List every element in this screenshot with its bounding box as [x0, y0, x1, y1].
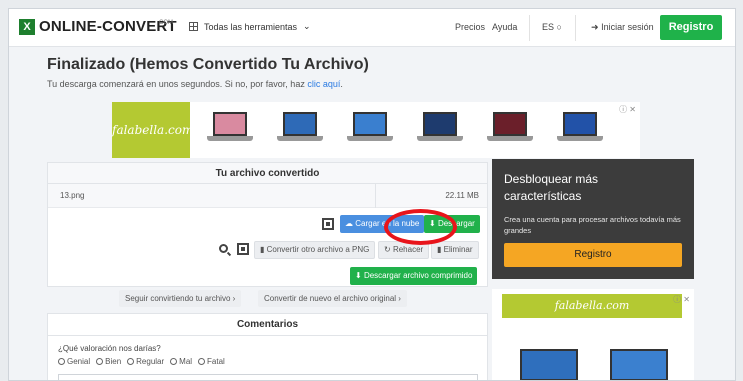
logo-com: COM [159, 20, 173, 26]
file-divider [375, 184, 376, 208]
rating-option-mal[interactable]: Mal [170, 357, 192, 366]
chevron-right-icon: › [230, 294, 236, 303]
grid-icon [189, 22, 198, 31]
ad-laptop-image [207, 112, 253, 144]
unlock-title: Desbloquear más características [504, 172, 599, 203]
page-title: Finalizado (Hemos Convertido Tu Archivo) [47, 56, 369, 73]
click-here-link[interactable]: clic aquí [307, 79, 340, 89]
file-name: 13.png [60, 191, 85, 200]
subtitle-text: Tu descarga comenzará en unos segundos. … [47, 79, 308, 89]
side-ad-brand-logo: falabella.com [502, 294, 682, 318]
language-label: ES [542, 22, 555, 32]
highlight-circle [384, 209, 457, 245]
all-tools-label: Todas las herramientas [204, 21, 298, 32]
comments-panel: Comentarios ¿Qué valoración nos darías? … [47, 313, 488, 380]
logo-icon[interactable]: X [19, 19, 35, 35]
file-size: 22.11 MB [445, 191, 479, 200]
qr-code-icon[interactable] [237, 243, 249, 255]
file-icon: ▮ [260, 245, 267, 254]
ad-laptop-image [487, 112, 533, 144]
login-label: Iniciar sesión [601, 22, 654, 32]
convert-other-label: Convertir otro archivo a PNG [266, 245, 370, 254]
ad-laptop-image [514, 349, 584, 380]
file-row: 13.png 22.11 MB [48, 184, 487, 208]
ad-laptop-image [417, 112, 463, 144]
rating-label: Bien [105, 357, 122, 366]
search-icon[interactable] [219, 244, 228, 253]
radio-icon [96, 358, 104, 365]
convert-original-label: Convertir de nuevo el archivo original [264, 294, 397, 303]
rating-label: Mal [179, 357, 193, 366]
ad-close-icon[interactable]: ⓘ ✕ [619, 104, 636, 115]
nav-divider [529, 15, 530, 41]
rating-label: Genial [67, 357, 91, 366]
radio-icon [198, 358, 206, 365]
convert-other-button[interactable]: ▮ Convertir otro archivo a PNG [254, 241, 376, 259]
ad-close-icon[interactable]: ⓘ ✕ [673, 294, 690, 305]
convert-original-button[interactable]: Convertir de nuevo el archivo original › [258, 290, 407, 307]
qr-code-icon[interactable] [322, 218, 334, 230]
rating-label: Regular [136, 357, 165, 366]
side-ad[interactable]: falabella.com ⓘ ✕ [492, 289, 694, 380]
ad-laptop-image [557, 112, 603, 144]
ad-laptop-image [347, 112, 393, 144]
chevron-down-icon: ⌄ [303, 21, 311, 31]
download-zip-button[interactable]: ⬇ Descargar archivo comprimido [350, 267, 478, 285]
site-header: X ONLINE-CONVERT COM Todas las herramien… [9, 9, 735, 47]
rating-option-regular[interactable]: Regular [127, 357, 164, 366]
cloud-icon: ☁ [345, 219, 356, 228]
rating-question: ¿Qué valoración nos darías? [58, 344, 161, 353]
chevron-right-icon: › [396, 294, 401, 303]
globe-icon: ○ [556, 22, 562, 32]
unlock-text: Crea una cuenta para procesar archivos t… [504, 215, 681, 235]
radio-icon [170, 358, 178, 365]
ad-laptop-image [604, 349, 674, 380]
nav-divider [575, 15, 576, 41]
nav-help[interactable]: Ayuda [492, 22, 517, 32]
redo-icon: ↻ [384, 245, 393, 254]
redo-label: Rehacer [392, 245, 424, 254]
comment-input[interactable] [58, 374, 478, 380]
delete-label: Eliminar [443, 245, 473, 254]
rating-option-fatal[interactable]: Fatal [198, 357, 225, 366]
continue-converting-button[interactable]: Seguir convirtiendo tu archivo › [119, 290, 242, 307]
radio-icon [58, 358, 65, 365]
download-icon: ⬇ [355, 271, 364, 280]
converted-file-heading: Tu archivo convertido [48, 163, 487, 184]
ad-laptop-image [277, 112, 323, 144]
download-zip-label: Descargar archivo comprimido [363, 271, 473, 280]
unlock-features-panel: Desbloquear más características Crea una… [492, 159, 694, 279]
unlock-register-button[interactable]: Registro [504, 243, 682, 267]
delete-button[interactable]: ▮ Eliminar [431, 241, 479, 259]
radio-icon [127, 358, 135, 365]
rating-option-bien[interactable]: Bien [96, 357, 121, 366]
comments-heading: Comentarios [48, 314, 487, 336]
language-selector[interactable]: ES ○ [542, 22, 562, 32]
all-tools-menu[interactable]: Todas las herramientas ⌄ [189, 21, 311, 32]
rating-option-genial[interactable]: Genial [58, 357, 90, 366]
rating-options: Genial Bien Regular Mal Fatal [58, 357, 225, 366]
logo-text[interactable]: ONLINE-CONVERT [39, 18, 177, 35]
login-link[interactable]: ➜ Iniciar sesión [591, 22, 654, 33]
rating-label: Fatal [207, 357, 225, 366]
login-icon: ➜ [591, 22, 599, 32]
page-subtitle: Tu descarga comenzará en unos segundos. … [47, 79, 343, 89]
register-button[interactable]: Registro [660, 15, 722, 40]
ad-banner[interactable]: falabella.com ⓘ ✕ [112, 102, 640, 158]
browser-frame: X ONLINE-CONVERT COM Todas las herramien… [8, 8, 736, 381]
ad-brand-logo: falabella.com [112, 102, 193, 158]
subtitle-end: . [340, 79, 343, 89]
trash-icon: ▮ [437, 245, 444, 254]
nav-prices[interactable]: Precios [455, 22, 485, 32]
continue-converting-label: Seguir convirtiendo tu archivo [125, 294, 231, 303]
